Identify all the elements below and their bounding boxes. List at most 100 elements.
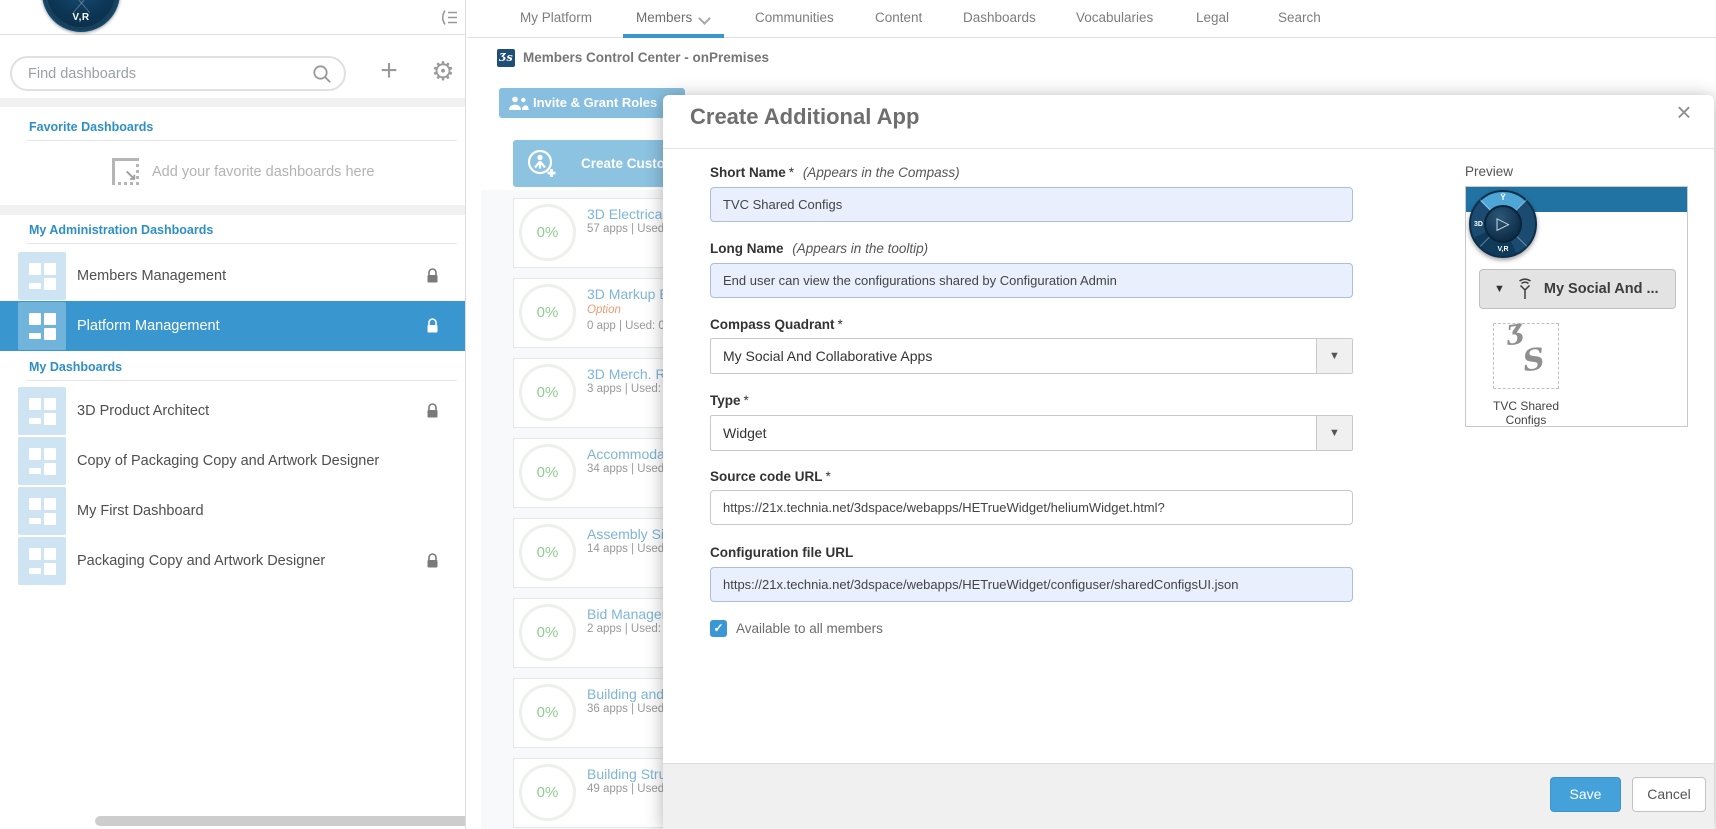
add-dashboard-button[interactable]: + — [372, 52, 406, 90]
create-custom-icon — [526, 148, 557, 179]
lock-icon — [426, 268, 439, 289]
type-select[interactable]: Widget ▼ — [710, 415, 1353, 451]
sidebar-collapse-icon — [439, 9, 458, 26]
available-checkbox[interactable]: ✓ — [710, 620, 727, 637]
dashboard-tile-icon — [18, 387, 66, 435]
sidebar-top-divider — [0, 34, 466, 35]
sidebar-item-3d-product-architect[interactable]: 3D Product Architect — [0, 386, 466, 436]
close-button[interactable]: × — [1670, 97, 1698, 128]
modal-create-additional-app: Create Additional App × Short Name* (App… — [663, 95, 1714, 829]
dropdown-arrow-icon: ▼ — [1494, 283, 1505, 295]
favorite-drop-icon: ↘ — [112, 158, 139, 185]
section-divider — [27, 380, 457, 381]
short-name-input[interactable] — [710, 187, 1353, 222]
sidebar-item-packaging-designer[interactable]: Packaging Copy and Artwork Designer — [0, 536, 466, 586]
search-icon[interactable] — [312, 64, 332, 89]
compass-logo-label: V,R — [44, 12, 118, 23]
dropdown-arrow-icon: ▼ — [1329, 350, 1340, 362]
sidebar-item-my-first-dashboard[interactable]: My First Dashboard — [0, 486, 466, 536]
lock-icon — [426, 318, 439, 339]
section-favorite-dashboards: Favorite Dashboards — [29, 120, 153, 134]
source-url-input[interactable] — [710, 490, 1353, 525]
sidebar-horizontal-scrollbar[interactable] — [95, 816, 466, 826]
nav-item-content[interactable]: Content — [875, 0, 922, 36]
sidebar-item-platform-management[interactable]: Platform Management — [0, 301, 466, 351]
available-checkbox-label: Available to all members — [736, 621, 883, 636]
compass-3d-label: 3D — [1474, 221, 1483, 228]
role-progress: 0% — [519, 444, 576, 501]
role-progress: 0% — [519, 284, 576, 341]
modal-title-divider — [663, 148, 1714, 149]
compass-logo[interactable]: V,R — [42, 0, 120, 32]
preview-panel: Ÿ 3D V,R ▷ ▼ My Social And ... ƷS TVC Sh… — [1465, 186, 1688, 427]
play-icon: ▷ — [1484, 205, 1522, 243]
favorites-empty-hint: Add your favorite dashboards here — [152, 164, 374, 180]
invite-grant-roles-button[interactable]: Invite & Grant Roles — [499, 88, 685, 118]
antenna-icon — [1514, 277, 1536, 301]
find-dashboards-input[interactable] — [28, 58, 308, 89]
arrow-se-icon: ↘ — [124, 166, 137, 184]
sidebar-item-label: Platform Management — [77, 301, 220, 351]
short-name-label: Short Name* (Appears in the Compass) — [710, 165, 960, 180]
section-admin-dashboards: My Administration Dashboards — [29, 223, 213, 237]
role-option-badge: Option — [587, 304, 621, 316]
preview-app-caption: TVC Shared Configs — [1476, 399, 1576, 427]
app-icon-3ds: Ʒs — [497, 49, 515, 67]
dashboard-tile-icon — [18, 487, 66, 535]
people-icon — [508, 96, 529, 111]
compass-quadrant-select[interactable]: My Social And Collaborative Apps ▼ — [710, 338, 1353, 374]
preview-label: Preview — [1465, 164, 1513, 179]
role-progress: 0% — [519, 364, 576, 421]
gear-icon: ⚙ — [431, 56, 454, 86]
sidebar-collapse-button[interactable] — [439, 9, 459, 27]
compass-antenna-glyph: Ÿ — [1471, 193, 1535, 202]
dashboard-tile-icon — [18, 252, 66, 300]
sidebar-item-label: My First Dashboard — [77, 486, 204, 536]
nav-item-legal[interactable]: Legal — [1196, 0, 1229, 36]
cancel-button[interactable]: Cancel — [1632, 777, 1706, 812]
close-icon: × — [1676, 97, 1691, 127]
sidebar-item-label: Packaging Copy and Artwork Designer — [77, 536, 325, 586]
compass-quadrant-value: My Social And Collaborative Apps — [723, 339, 932, 373]
lock-icon — [426, 553, 439, 574]
type-label: Type* — [710, 393, 749, 408]
dropdown-button[interactable]: ▼ — [1316, 416, 1352, 450]
nav-item-search[interactable]: Search — [1278, 0, 1321, 36]
compass-quadrant-label: Compass Quadrant* — [710, 317, 843, 332]
preview-compass-icon: Ÿ 3D V,R ▷ — [1469, 190, 1537, 258]
preview-quadrant-button[interactable]: ▼ My Social And ... — [1479, 269, 1676, 309]
preview-app-tile: ƷS — [1493, 323, 1559, 389]
nav-item-members[interactable]: Members — [636, 0, 692, 36]
section-divider — [27, 140, 457, 141]
long-name-input[interactable] — [710, 263, 1353, 298]
type-value: Widget — [723, 416, 767, 450]
sidebar-item-members-management[interactable]: Members Management — [0, 251, 466, 301]
nav-item-communities[interactable]: Communities — [755, 0, 834, 36]
role-progress: 0% — [519, 604, 576, 661]
nav-item-my-platform[interactable]: My Platform — [520, 0, 592, 36]
dashboard-settings-button[interactable]: ⚙ — [426, 52, 460, 90]
source-url-label: Source code URL* — [710, 469, 831, 484]
find-dashboards-search — [10, 56, 346, 91]
sidebar-item-label: Copy of Packaging Copy and Artwork Desig… — [77, 436, 379, 486]
sidebar-item-copy-of-packaging-designer[interactable]: Copy of Packaging Copy and Artwork Desig… — [0, 436, 466, 486]
sidebar-separator-band — [0, 205, 466, 215]
dashboard-tile-icon — [18, 537, 66, 585]
nav-item-vocabularies[interactable]: Vocabularies — [1076, 0, 1153, 36]
role-progress: 0% — [519, 204, 576, 261]
dropdown-button[interactable]: ▼ — [1316, 339, 1352, 373]
dropdown-arrow-icon: ▼ — [1329, 427, 1340, 439]
section-my-dashboards: My Dashboards — [29, 360, 122, 374]
ds-logo: ƷS — [1494, 324, 1558, 388]
role-title: Bid Manager — [587, 606, 666, 622]
sidebar-item-label: Members Management — [77, 251, 226, 301]
modal-footer: Save Cancel — [663, 763, 1714, 829]
role-progress: 0% — [519, 764, 576, 821]
lock-icon — [426, 403, 439, 424]
role-progress: 0% — [519, 524, 576, 581]
active-tab-underline — [623, 34, 724, 38]
save-button[interactable]: Save — [1550, 777, 1621, 812]
nav-item-dashboards[interactable]: Dashboards — [963, 0, 1036, 36]
compass-vr-label: V,R — [1471, 246, 1535, 253]
config-url-input[interactable] — [710, 567, 1353, 602]
